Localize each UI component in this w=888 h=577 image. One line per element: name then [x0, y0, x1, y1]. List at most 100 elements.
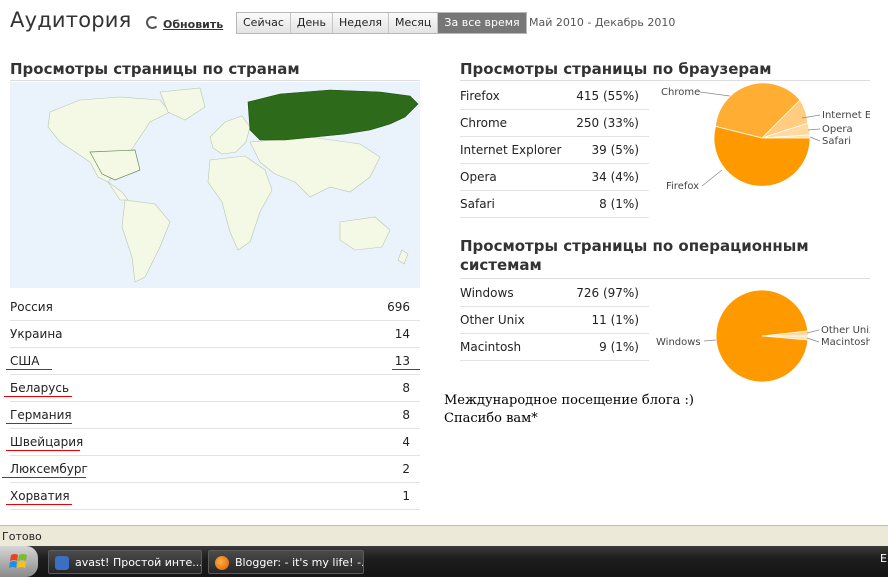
country-name[interactable]: Швейцария — [10, 435, 83, 449]
os-heading-line2: системам — [460, 256, 542, 274]
note-line1: Международное посещение блога :) — [444, 393, 694, 408]
browser-value: 415 (55%) — [576, 89, 639, 103]
table-row[interactable]: Хорватия 1 — [6, 483, 420, 510]
leader-line — [806, 337, 820, 343]
table-row[interactable]: Macintosh 9 (1%) — [460, 334, 649, 361]
table-row[interactable]: Safari 8 (1%) — [460, 191, 649, 218]
browser-value: 250 (33%) — [576, 116, 639, 130]
tab-now[interactable]: Сейчас — [237, 13, 290, 33]
browser-name[interactable]: Safari — [460, 197, 495, 211]
red-underline — [2, 477, 86, 478]
table-row[interactable]: США 13 — [6, 348, 420, 375]
australia-shape — [339, 216, 391, 251]
time-range-tabs: Сейчас День Неделя Месяц За все время — [236, 12, 527, 34]
pie-label-chrome: Chrome — [661, 87, 700, 98]
new-zealand-shape — [397, 249, 409, 265]
country-value: 2 — [402, 462, 410, 476]
os-name[interactable]: Other Unix — [460, 313, 525, 327]
status-text: Готово — [2, 530, 42, 543]
country-value: 14 — [394, 327, 410, 341]
browser-name[interactable]: Chrome — [460, 116, 507, 130]
table-row[interactable]: Россия 696 — [10, 294, 420, 321]
country-name[interactable]: США — [10, 354, 39, 368]
refresh-label: Обновить — [163, 18, 224, 31]
country-name[interactable]: Германия — [10, 408, 72, 422]
world-map[interactable] — [10, 82, 420, 288]
table-row[interactable]: Украина 14 — [10, 321, 420, 348]
tab-week[interactable]: Неделя — [331, 13, 388, 33]
red-underline — [4, 396, 72, 397]
countries-table: Россия 696 Украина 14 США 13 Беларусь 8 Герм… — [2, 294, 420, 510]
os-name[interactable]: Macintosh — [460, 340, 521, 354]
os-name[interactable]: Windows — [460, 286, 514, 300]
table-row[interactable]: Other Unix 11 (1%) — [460, 307, 649, 334]
table-row[interactable]: Chrome 250 (33%) — [460, 110, 649, 137]
os-pie-chart[interactable]: Other Unix Macintosh Windows — [652, 280, 870, 384]
central-america-shape — [107, 181, 129, 201]
table-row[interactable]: Беларусь 8 — [4, 375, 420, 402]
pie-label-macintosh: Macintosh — [821, 337, 870, 348]
leader-line — [807, 128, 821, 131]
country-value: 4 — [402, 435, 410, 449]
taskbar-item-label: Blogger: - it's my life! -... — [235, 556, 364, 569]
leader-line — [703, 339, 717, 342]
os-heading-line1: Просмотры страницы по операционным — [460, 237, 809, 255]
russia-highlight-shape — [247, 89, 419, 141]
taskbar-item-avast[interactable]: avast! Простой инте... — [48, 550, 202, 574]
windows-logo-icon[interactable] — [9, 552, 29, 572]
country-name[interactable]: Люксембург — [10, 462, 88, 476]
page-title: Аудитория — [10, 8, 132, 32]
browsers-pie-chart[interactable]: Chrome Internet Ex Opera Safari Firefox — [652, 82, 870, 194]
status-bar: Готово — [0, 525, 888, 547]
date-range: Май 2010 - Декабрь 2010 — [529, 16, 676, 29]
world-map-svg — [47, 87, 419, 283]
leader-line — [701, 169, 723, 187]
table-row[interactable]: Люксембург 2 — [2, 456, 420, 483]
avast-icon — [55, 556, 69, 570]
table-row[interactable]: Opera 34 (4%) — [460, 164, 649, 191]
tab-day[interactable]: День — [289, 13, 332, 33]
red-underline — [392, 369, 420, 370]
red-underline — [6, 450, 80, 451]
country-name[interactable]: Россия — [10, 300, 53, 314]
divider — [10, 80, 420, 81]
country-value: 8 — [402, 381, 410, 395]
leader-line — [809, 136, 821, 142]
table-row[interactable]: Германия 8 — [6, 402, 420, 429]
pie-label-opera: Opera — [822, 124, 853, 135]
browser-value: 34 (4%) — [591, 170, 639, 184]
refresh-button[interactable]: Обновить — [146, 16, 223, 31]
browsers-heading: Просмотры страницы по браузерам — [460, 60, 772, 78]
tab-month[interactable]: Месяц — [388, 13, 438, 33]
table-row[interactable]: Firefox 415 (55%) — [460, 83, 649, 110]
leader-line — [699, 91, 731, 97]
countries-heading: Просмотры страницы по странам — [10, 60, 300, 78]
pie-label-firefox: Firefox — [666, 181, 699, 192]
browser-value: 39 (5%) — [591, 143, 639, 157]
red-underline — [6, 369, 52, 370]
tab-all-time[interactable]: За все время — [437, 13, 526, 33]
os-value: 726 (97%) — [576, 286, 639, 300]
blog-note: Международное посещение блога :) Спасибо… — [444, 392, 694, 428]
greenland-shape — [159, 87, 206, 121]
table-row[interactable]: Швейцария 4 — [6, 429, 420, 456]
pie-label-windows: Windows — [656, 337, 701, 348]
country-name[interactable]: Хорватия — [10, 489, 70, 503]
os-value: 9 (1%) — [599, 340, 639, 354]
table-row[interactable]: Windows 726 (97%) — [460, 280, 649, 307]
country-value: 8 — [402, 408, 410, 422]
red-underline — [6, 423, 72, 424]
country-name[interactable]: Беларусь — [10, 381, 69, 395]
browsers-table: Firefox 415 (55%) Chrome 250 (33%) Interne… — [460, 83, 649, 218]
divider — [460, 278, 870, 279]
pie-label-safari: Safari — [822, 136, 851, 147]
country-value: 1 — [402, 489, 410, 503]
table-row[interactable]: Internet Explorer 39 (5%) — [460, 137, 649, 164]
pie-label-internet-explorer: Internet Ex — [822, 110, 870, 121]
browser-name[interactable]: Opera — [460, 170, 497, 184]
europe-shape — [209, 115, 251, 155]
country-name[interactable]: Украина — [10, 327, 63, 341]
taskbar-item-firefox[interactable]: Blogger: - it's my life! -... — [208, 550, 364, 574]
browser-name[interactable]: Firefox — [460, 89, 500, 103]
browser-name[interactable]: Internet Explorer — [460, 143, 561, 157]
